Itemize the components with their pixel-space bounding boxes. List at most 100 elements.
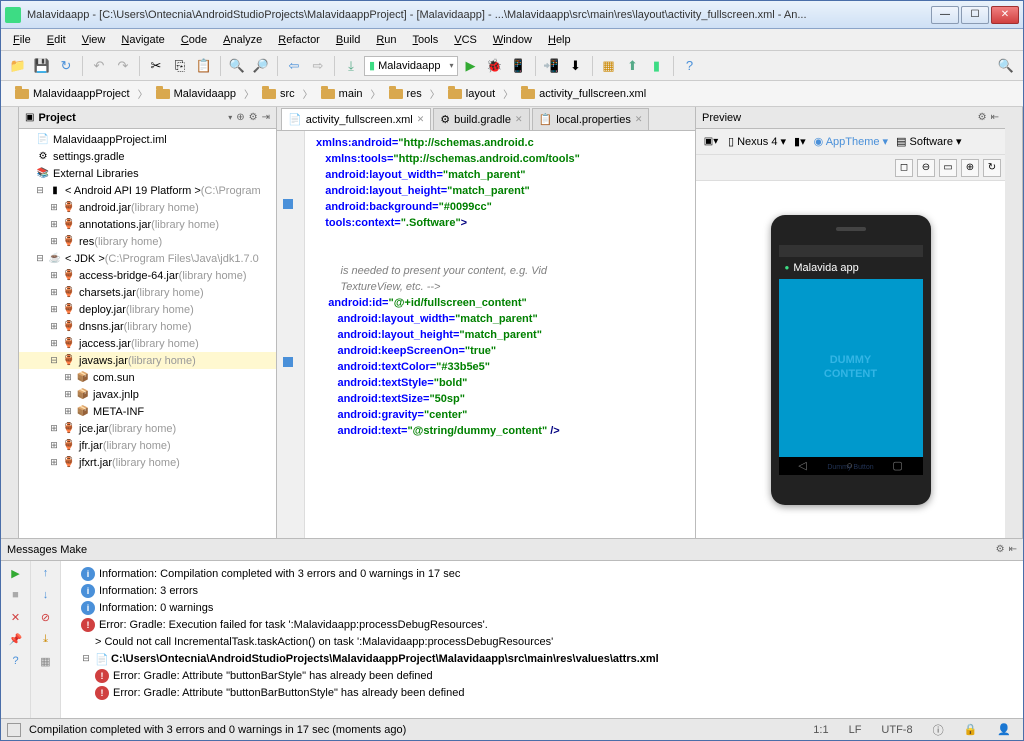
open-icon[interactable]: 📁 bbox=[7, 55, 29, 77]
collapse-icon[interactable]: ⊕ bbox=[236, 112, 244, 123]
preview-canvas[interactable]: Malavida app DUMMY CONTENT Dummy Button … bbox=[696, 181, 1005, 538]
render-combo[interactable]: ▤ Software ▾ bbox=[896, 135, 961, 148]
breadcrumb-item[interactable]: res bbox=[381, 86, 430, 102]
make-icon[interactable]: ⤓ bbox=[340, 55, 362, 77]
breadcrumb-item[interactable]: Malavidaapp bbox=[148, 86, 244, 102]
tree-item[interactable]: ⊟☕< JDK > (C:\Program Files\Java\jdk1.7.… bbox=[19, 250, 276, 267]
search-icon[interactable]: 🔍 bbox=[995, 55, 1017, 77]
breadcrumb-item[interactable]: src bbox=[254, 86, 303, 102]
editor-tab[interactable]: 📄activity_fullscreen.xml✕ bbox=[281, 108, 431, 130]
breadcrumb-item[interactable]: activity_fullscreen.xml bbox=[513, 86, 654, 102]
zoom-in-icon[interactable]: ⊕ bbox=[961, 159, 979, 177]
close-icon[interactable]: ✕ bbox=[8, 609, 24, 625]
tree-item[interactable]: ⊞🏺jce.jar (library home) bbox=[19, 420, 276, 437]
menu-run[interactable]: Run bbox=[368, 31, 404, 49]
breadcrumb-item[interactable]: MalavidaappProject bbox=[7, 86, 138, 102]
right-sidebar-tabs[interactable] bbox=[1005, 107, 1023, 538]
tree-item[interactable]: ⚙settings.gradle bbox=[19, 148, 276, 165]
save-icon[interactable]: 💾 bbox=[31, 55, 53, 77]
attach-icon[interactable]: 📱 bbox=[508, 55, 530, 77]
tree-item[interactable]: ⊞📦com.sun bbox=[19, 369, 276, 386]
cut-icon[interactable]: ✂ bbox=[145, 55, 167, 77]
tree-item[interactable]: ⊞📦META-INF bbox=[19, 403, 276, 420]
tree-item[interactable]: ⊞🏺access-bridge-64.jar (library home) bbox=[19, 267, 276, 284]
editor-gutter[interactable] bbox=[277, 131, 305, 538]
settings-icon[interactable]: ⚙ bbox=[249, 112, 258, 123]
menu-file[interactable]: File bbox=[5, 31, 39, 49]
line-separator[interactable]: LF bbox=[843, 724, 868, 736]
tree-item[interactable]: ⊞🏺jaccess.jar (library home) bbox=[19, 335, 276, 352]
close-tab-icon[interactable]: ✕ bbox=[417, 114, 425, 125]
zoom-out-icon[interactable]: ⊖ bbox=[917, 159, 935, 177]
breadcrumb-item[interactable]: layout bbox=[440, 86, 503, 102]
redo-icon[interactable]: ↷ bbox=[112, 55, 134, 77]
hide-icon[interactable]: ⇥ bbox=[262, 112, 270, 123]
run-icon[interactable]: ▶ bbox=[460, 55, 482, 77]
code-editor[interactable]: xmlns:android="http://schemas.android.c … bbox=[305, 131, 695, 538]
menu-analyze[interactable]: Analyze bbox=[215, 31, 270, 49]
ddms-icon[interactable]: ⬆ bbox=[622, 55, 644, 77]
help-icon[interactable]: ? bbox=[679, 55, 701, 77]
tree-item[interactable]: 📄MalavidaappProject.iml bbox=[19, 131, 276, 148]
help-icon[interactable]: ? bbox=[8, 653, 24, 669]
menu-tools[interactable]: Tools bbox=[405, 31, 447, 49]
run-icon[interactable]: ▶ bbox=[8, 565, 24, 581]
sdk-icon[interactable]: ⬇ bbox=[565, 55, 587, 77]
device-combo[interactable]: ▯ Nexus 4 ▾ bbox=[728, 135, 786, 148]
messages-list[interactable]: iInformation: Compilation completed with… bbox=[61, 561, 1023, 718]
tree-item[interactable]: ⊟▮< Android API 19 Platform > (C:\Progra… bbox=[19, 182, 276, 199]
message-item[interactable]: !Error: Gradle: Execution failed for tas… bbox=[65, 616, 1019, 633]
close-tab-icon[interactable]: ✕ bbox=[635, 114, 643, 125]
menu-help[interactable]: Help bbox=[540, 31, 579, 49]
lock-icon[interactable]: 🔒 bbox=[958, 723, 984, 736]
zoom-actual-icon[interactable]: ◻ bbox=[895, 159, 913, 177]
refresh-icon[interactable]: ↻ bbox=[983, 159, 1001, 177]
close-button[interactable]: ✕ bbox=[991, 6, 1019, 24]
menu-vcs[interactable]: VCS bbox=[446, 31, 485, 49]
breadcrumb-item[interactable]: main bbox=[313, 86, 371, 102]
minimize-button[interactable]: — bbox=[931, 6, 959, 24]
hector-icon[interactable]: 👤 bbox=[991, 723, 1017, 736]
forward-icon[interactable]: ⇨ bbox=[307, 55, 329, 77]
menu-view[interactable]: View bbox=[74, 31, 114, 49]
menu-build[interactable]: Build bbox=[328, 31, 368, 49]
zoom-fit-icon[interactable]: ▭ bbox=[939, 159, 957, 177]
tree-item[interactable]: ⊞🏺dnsns.jar (library home) bbox=[19, 318, 276, 335]
stop-icon[interactable]: ■ bbox=[8, 587, 24, 603]
next-icon[interactable]: ↓ bbox=[38, 587, 54, 603]
monitor-icon[interactable]: ▦ bbox=[598, 55, 620, 77]
maximize-button[interactable]: ☐ bbox=[961, 6, 989, 24]
tree-item[interactable]: ⊞🏺deploy.jar (library home) bbox=[19, 301, 276, 318]
copy-icon[interactable]: ⎘ bbox=[169, 55, 191, 77]
replace-icon[interactable]: 🔎 bbox=[250, 55, 272, 77]
debug-icon[interactable]: 🐞 bbox=[484, 55, 506, 77]
file-encoding[interactable]: UTF-8 bbox=[875, 724, 918, 736]
pin-icon[interactable]: 📌 bbox=[8, 631, 24, 647]
tree-item[interactable]: ⊞🏺charsets.jar (library home) bbox=[19, 284, 276, 301]
tree-item[interactable]: ⊞🏺res (library home) bbox=[19, 233, 276, 250]
tree-item[interactable]: ⊞🏺jfr.jar (library home) bbox=[19, 437, 276, 454]
insert-mode[interactable]: ⓘ bbox=[927, 722, 950, 738]
prev-icon[interactable]: ↑ bbox=[38, 565, 54, 581]
avd-icon[interactable]: 📲 bbox=[541, 55, 563, 77]
message-item[interactable]: !Error: Gradle: Attribute "buttonBarStyl… bbox=[65, 667, 1019, 684]
paste-icon[interactable]: 📋 bbox=[193, 55, 215, 77]
menu-window[interactable]: Window bbox=[485, 31, 540, 49]
caret-position[interactable]: 1:1 bbox=[807, 724, 834, 736]
project-tree[interactable]: 📄MalavidaappProject.iml⚙settings.gradle📚… bbox=[19, 129, 276, 538]
android-icon[interactable]: ▮ bbox=[646, 55, 668, 77]
undo-icon[interactable]: ↶ bbox=[88, 55, 110, 77]
hide-messages-icon[interactable]: ⇤ bbox=[1009, 544, 1017, 555]
hide-preview-icon[interactable]: ⇤ bbox=[991, 112, 999, 123]
editor-tab[interactable]: ⚙build.gradle✕ bbox=[433, 108, 529, 130]
tree-item[interactable]: ⊞🏺android.jar (library home) bbox=[19, 199, 276, 216]
message-item[interactable]: > Could not call IncrementalTask.taskAct… bbox=[65, 633, 1019, 650]
tree-item[interactable]: ⊞📦javax.jnlp bbox=[19, 386, 276, 403]
back-icon[interactable]: ⇦ bbox=[283, 55, 305, 77]
config-icon[interactable]: ▣▾ bbox=[700, 131, 722, 153]
filter-icon[interactable]: ⊘ bbox=[38, 609, 54, 625]
tree-item[interactable]: ⊟🏺javaws.jar (library home) bbox=[19, 352, 276, 369]
menu-navigate[interactable]: Navigate bbox=[113, 31, 172, 49]
message-item[interactable]: iInformation: 0 warnings bbox=[65, 599, 1019, 616]
left-sidebar-tabs[interactable] bbox=[1, 107, 19, 538]
